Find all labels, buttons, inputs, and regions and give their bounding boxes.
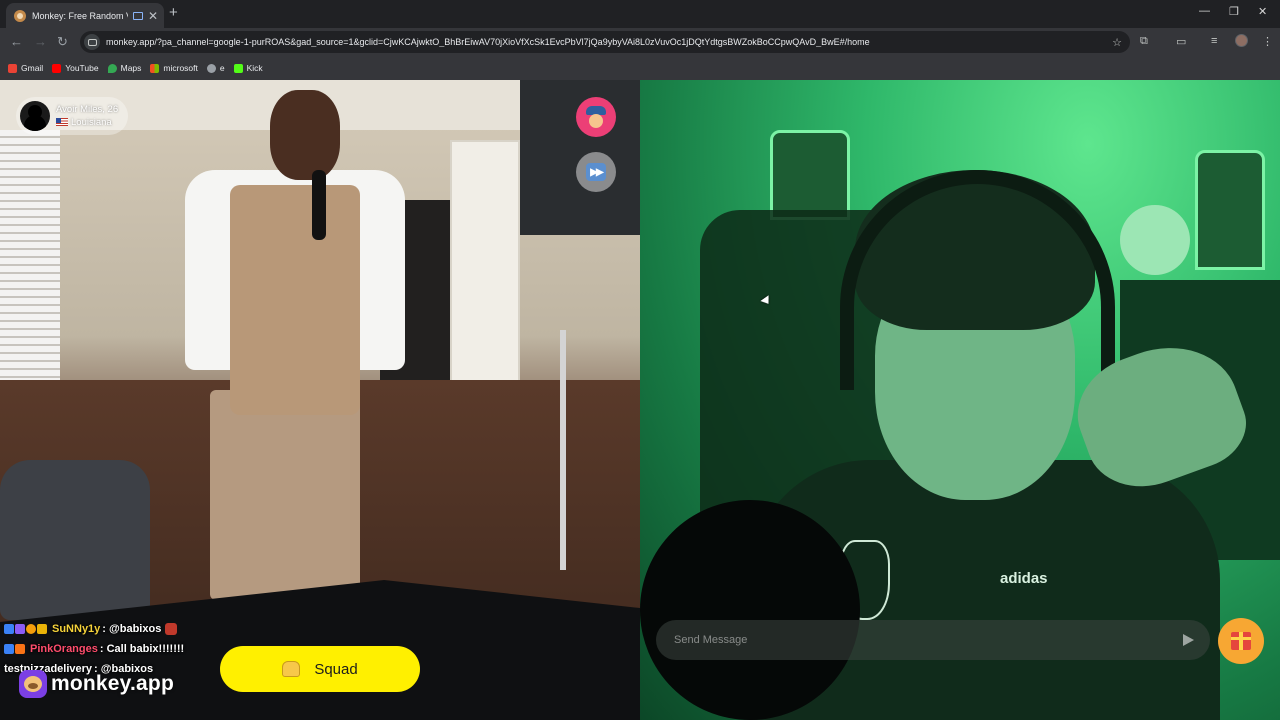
bookmark-gmail[interactable]: Gmail xyxy=(8,63,43,73)
monkey-favicon-icon xyxy=(14,9,26,22)
officer-face xyxy=(589,114,603,128)
new-tab-button[interactable]: + xyxy=(169,4,178,21)
forward-arrow-icon[interactable]: → xyxy=(34,34,47,50)
message-bar xyxy=(656,620,1210,660)
slot-machine-right xyxy=(1195,150,1265,270)
chat-message: SuNNy1y : @babixos xyxy=(4,619,304,639)
pig-plush xyxy=(1120,205,1190,275)
monkey-face xyxy=(24,676,42,692)
gmail-icon xyxy=(8,63,17,73)
chat-badges xyxy=(4,644,26,654)
chat-badges xyxy=(4,624,48,634)
menu-dots-icon[interactable]: ⋮ xyxy=(1262,35,1273,48)
microsoft-icon xyxy=(150,63,160,73)
us-flag-icon xyxy=(56,118,68,126)
chat-text: : @babixos xyxy=(102,623,162,635)
monkey-logo-icon xyxy=(19,670,47,698)
brand-name: monkey.app xyxy=(51,672,174,695)
browser-toolbar: ← → ↻ monkey.app/?pa_channel=google-1-pu… xyxy=(0,28,1280,56)
bookmark-label: Gmail xyxy=(21,63,44,73)
video-chat-stage: Avoir Miles, 26 Louisiana ▶▶ adidas SuNN… xyxy=(0,80,1280,720)
badge-icon xyxy=(15,644,25,654)
gift-icon xyxy=(1231,632,1251,650)
person-legs xyxy=(210,390,360,600)
bookmark-youtube[interactable]: YouTube xyxy=(52,63,99,73)
fast-forward-icon: ▶▶ xyxy=(586,163,606,181)
extensions-icon[interactable]: ⧉ xyxy=(1140,35,1148,48)
chat-username[interactable]: SuNNy1y xyxy=(52,623,100,635)
profile-avatar[interactable] xyxy=(1235,34,1248,47)
cast-icon[interactable]: ▭ xyxy=(1176,35,1186,48)
partner-info: Avoir Miles, 26 Louisiana xyxy=(56,104,118,129)
chat-username[interactable]: PinkOranges xyxy=(30,643,98,655)
partner-name-age: Avoir Miles, 26 xyxy=(56,103,119,115)
bookmark-maps[interactable]: Maps xyxy=(107,63,142,73)
studio-microphone xyxy=(640,500,860,720)
phone-tripod xyxy=(560,330,566,570)
bookmark-label: Maps xyxy=(120,63,142,73)
window-close-icon[interactable]: ✕ xyxy=(1258,5,1267,18)
slot-machine-left xyxy=(770,130,850,220)
office-chair xyxy=(0,460,150,620)
squad-button[interactable]: Squad xyxy=(220,646,420,692)
person-vest xyxy=(230,185,360,415)
jersey-logo: adidas xyxy=(1000,570,1048,587)
media-controls-icon[interactable]: ≡ xyxy=(1211,35,1217,47)
bookmark-star-icon[interactable]: ☆ xyxy=(1112,36,1122,49)
microphone xyxy=(312,170,326,240)
squad-label: Squad xyxy=(314,660,358,678)
gift-button[interactable] xyxy=(1218,618,1264,664)
bookmark-label: microsoft xyxy=(163,63,198,73)
minimize-icon[interactable]: — xyxy=(1199,5,1210,17)
partner-person xyxy=(185,90,405,600)
badge-icon xyxy=(15,624,25,634)
tab-strip: Monkey: Free Random Vide ✕ + — ❐ ✕ xyxy=(0,0,1280,28)
restore-icon[interactable]: ❐ xyxy=(1229,5,1239,18)
send-arrow-icon[interactable] xyxy=(1183,634,1194,646)
badge-icon xyxy=(26,624,36,634)
bookmark-label: e xyxy=(219,63,225,73)
partner-location: Louisiana xyxy=(71,116,112,128)
reload-icon[interactable]: ↻ xyxy=(57,34,68,50)
bookmark-microsoft[interactable]: microsoft xyxy=(150,63,198,73)
report-police-button[interactable] xyxy=(576,97,616,137)
bookmark-e[interactable]: e xyxy=(206,63,225,73)
badge-icon xyxy=(37,624,47,634)
send-message-input[interactable] xyxy=(674,634,1183,646)
bookmarks-bar: Gmail YouTube Maps microsoft e Kick xyxy=(0,56,1280,80)
kick-icon xyxy=(233,63,243,73)
raised-hands-icon xyxy=(282,661,301,677)
tab-close-icon[interactable]: ✕ xyxy=(148,10,158,22)
partner-location-row: Louisiana xyxy=(56,116,118,129)
person-head xyxy=(270,90,340,180)
emote-icon xyxy=(165,623,178,635)
badge-icon xyxy=(4,624,14,634)
youtube-icon xyxy=(52,63,62,73)
monkey-brand-logo[interactable]: monkey.app xyxy=(19,670,174,698)
partner-profile-pill[interactable]: Avoir Miles, 26 Louisiana xyxy=(16,97,128,135)
globe-icon xyxy=(206,63,216,73)
bookmark-kick[interactable]: Kick xyxy=(233,63,263,73)
chat-text: : Call babix!!!!!!! xyxy=(99,643,185,655)
address-bar[interactable]: monkey.app/?pa_channel=google-1-purROAS&… xyxy=(80,31,1130,53)
maps-pin-icon xyxy=(107,63,117,73)
site-info-icon[interactable] xyxy=(84,34,100,50)
tab-title: Monkey: Free Random Vide xyxy=(32,10,128,21)
police-officer-icon xyxy=(586,106,606,128)
partner-avatar xyxy=(20,101,50,131)
tab-media-icon[interactable] xyxy=(132,11,143,20)
skip-next-button[interactable]: ▶▶ xyxy=(576,152,616,192)
badge-icon xyxy=(4,644,14,654)
url-text[interactable]: monkey.app/?pa_channel=google-1-purROAS&… xyxy=(106,37,1112,47)
bookmark-label: Kick xyxy=(246,63,263,73)
browser-tab-active[interactable]: Monkey: Free Random Vide ✕ xyxy=(6,3,164,28)
bookmark-label: YouTube xyxy=(65,63,99,73)
back-arrow-icon[interactable]: ← xyxy=(10,34,23,50)
